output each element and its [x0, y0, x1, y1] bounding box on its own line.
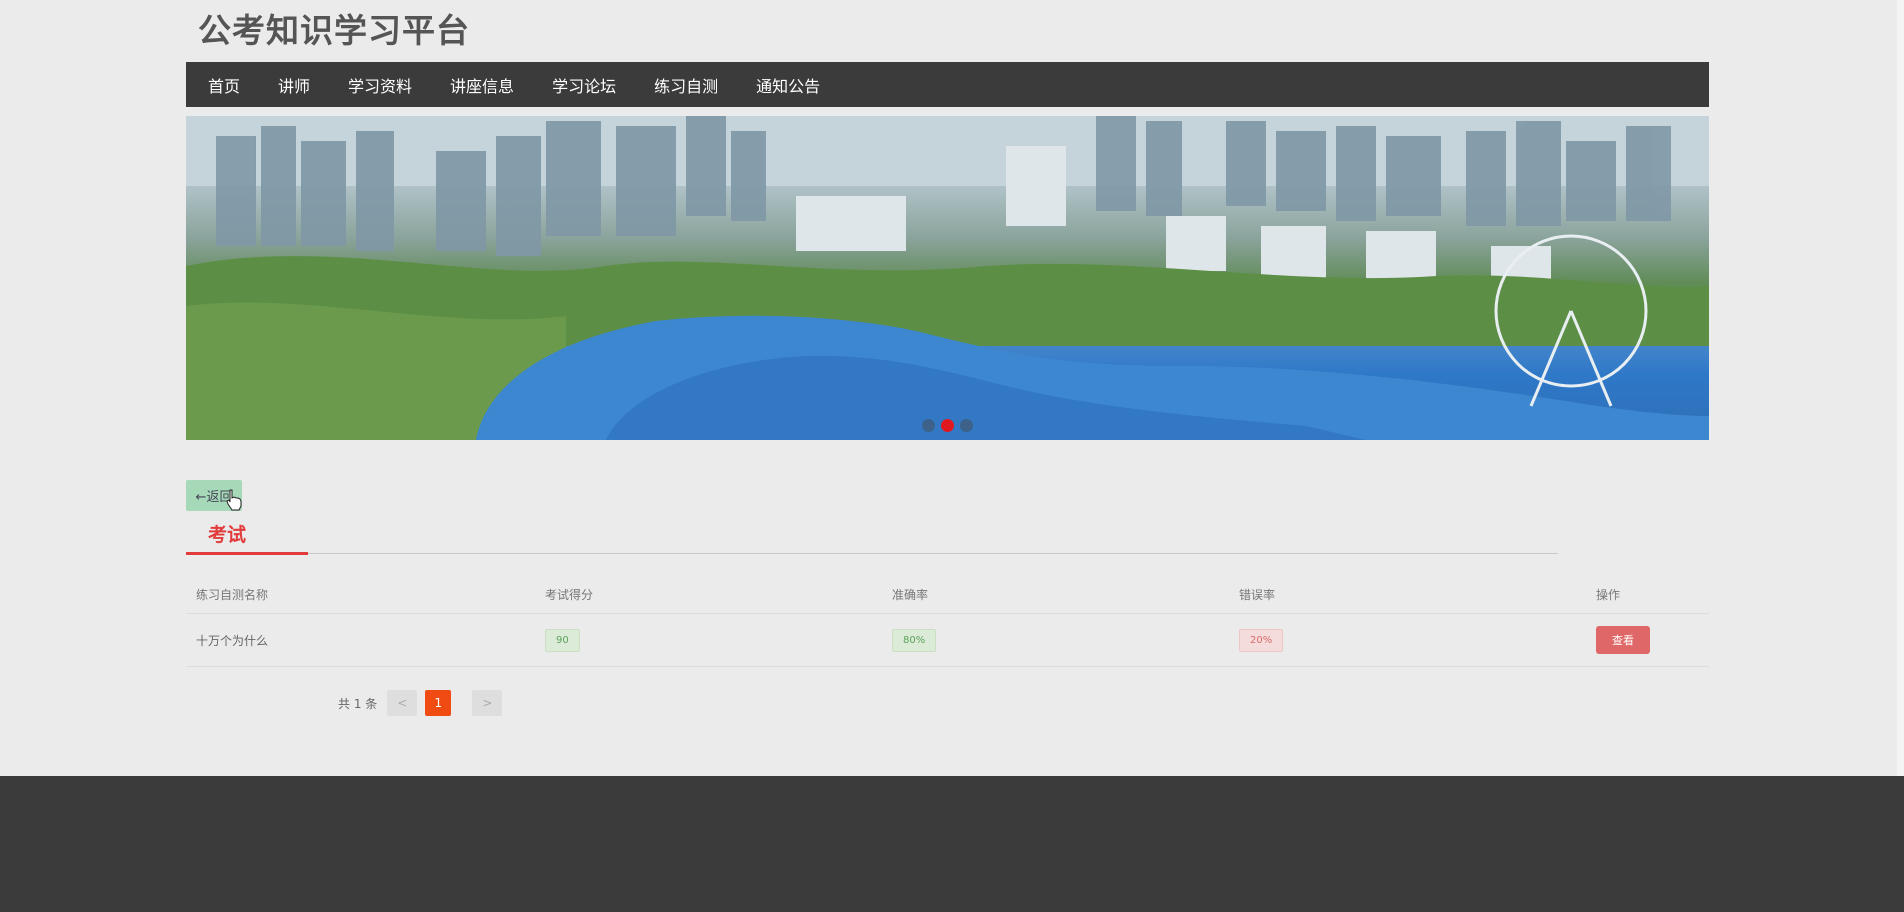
footer — [0, 776, 1904, 912]
carousel-dot-3[interactable] — [960, 419, 973, 432]
score-badge: 90 — [545, 628, 580, 652]
header-name: 练习自测名称 — [186, 575, 535, 614]
hand-cursor-icon — [226, 489, 242, 511]
pagination-page-1[interactable]: 1 — [425, 690, 452, 716]
tab-divider — [186, 553, 1558, 554]
banner-carousel[interactable] — [186, 116, 1709, 440]
scrollbar[interactable] — [1897, 0, 1904, 776]
pagination-next[interactable]: > — [472, 690, 503, 716]
view-button[interactable]: 查看 — [1596, 626, 1650, 654]
tab-exam[interactable]: 考试 — [208, 520, 246, 547]
nav-notices[interactable]: 通知公告 — [756, 73, 820, 97]
pagination-prev[interactable]: < — [387, 690, 418, 716]
table-header-row: 练习自测名称 考试得分 准确率 错误率 操作 — [186, 575, 1709, 614]
pagination: 共 1 条 < 1 > — [338, 690, 510, 716]
header-score: 考试得分 — [535, 575, 882, 614]
carousel-dot-1[interactable] — [922, 419, 935, 432]
header-action: 操作 — [1586, 575, 1709, 614]
nav-teachers[interactable]: 讲师 — [278, 73, 310, 97]
site-title: 公考知识学习平台 — [198, 11, 470, 50]
carousel-dot-2[interactable] — [941, 419, 954, 432]
error-rate-badge: 20% — [1239, 628, 1284, 652]
nav-materials[interactable]: 学习资料 — [348, 73, 412, 97]
results-table: 练习自测名称 考试得分 准确率 错误率 操作 十万个为什么 90 80% 20%… — [186, 575, 1709, 667]
table-row: 十万个为什么 90 80% 20% 查看 — [186, 613, 1709, 667]
nav-self-test[interactable]: 练习自测 — [654, 73, 718, 97]
nav-lectures[interactable]: 讲座信息 — [450, 73, 514, 97]
cell-name: 十万个为什么 — [186, 613, 535, 667]
carousel-indicators — [186, 419, 1709, 432]
banner-image — [186, 116, 1709, 440]
main-nav: 首页 讲师 学习资料 讲座信息 学习论坛 练习自测 通知公告 — [186, 62, 1709, 107]
tab-active-indicator — [186, 552, 308, 555]
header-accuracy: 准确率 — [882, 575, 1229, 614]
nav-home[interactable]: 首页 — [208, 73, 240, 97]
nav-forum[interactable]: 学习论坛 — [552, 73, 616, 97]
accuracy-badge: 80% — [892, 628, 937, 652]
pagination-total: 共 1 条 — [338, 696, 378, 711]
header-error-rate: 错误率 — [1229, 575, 1586, 614]
